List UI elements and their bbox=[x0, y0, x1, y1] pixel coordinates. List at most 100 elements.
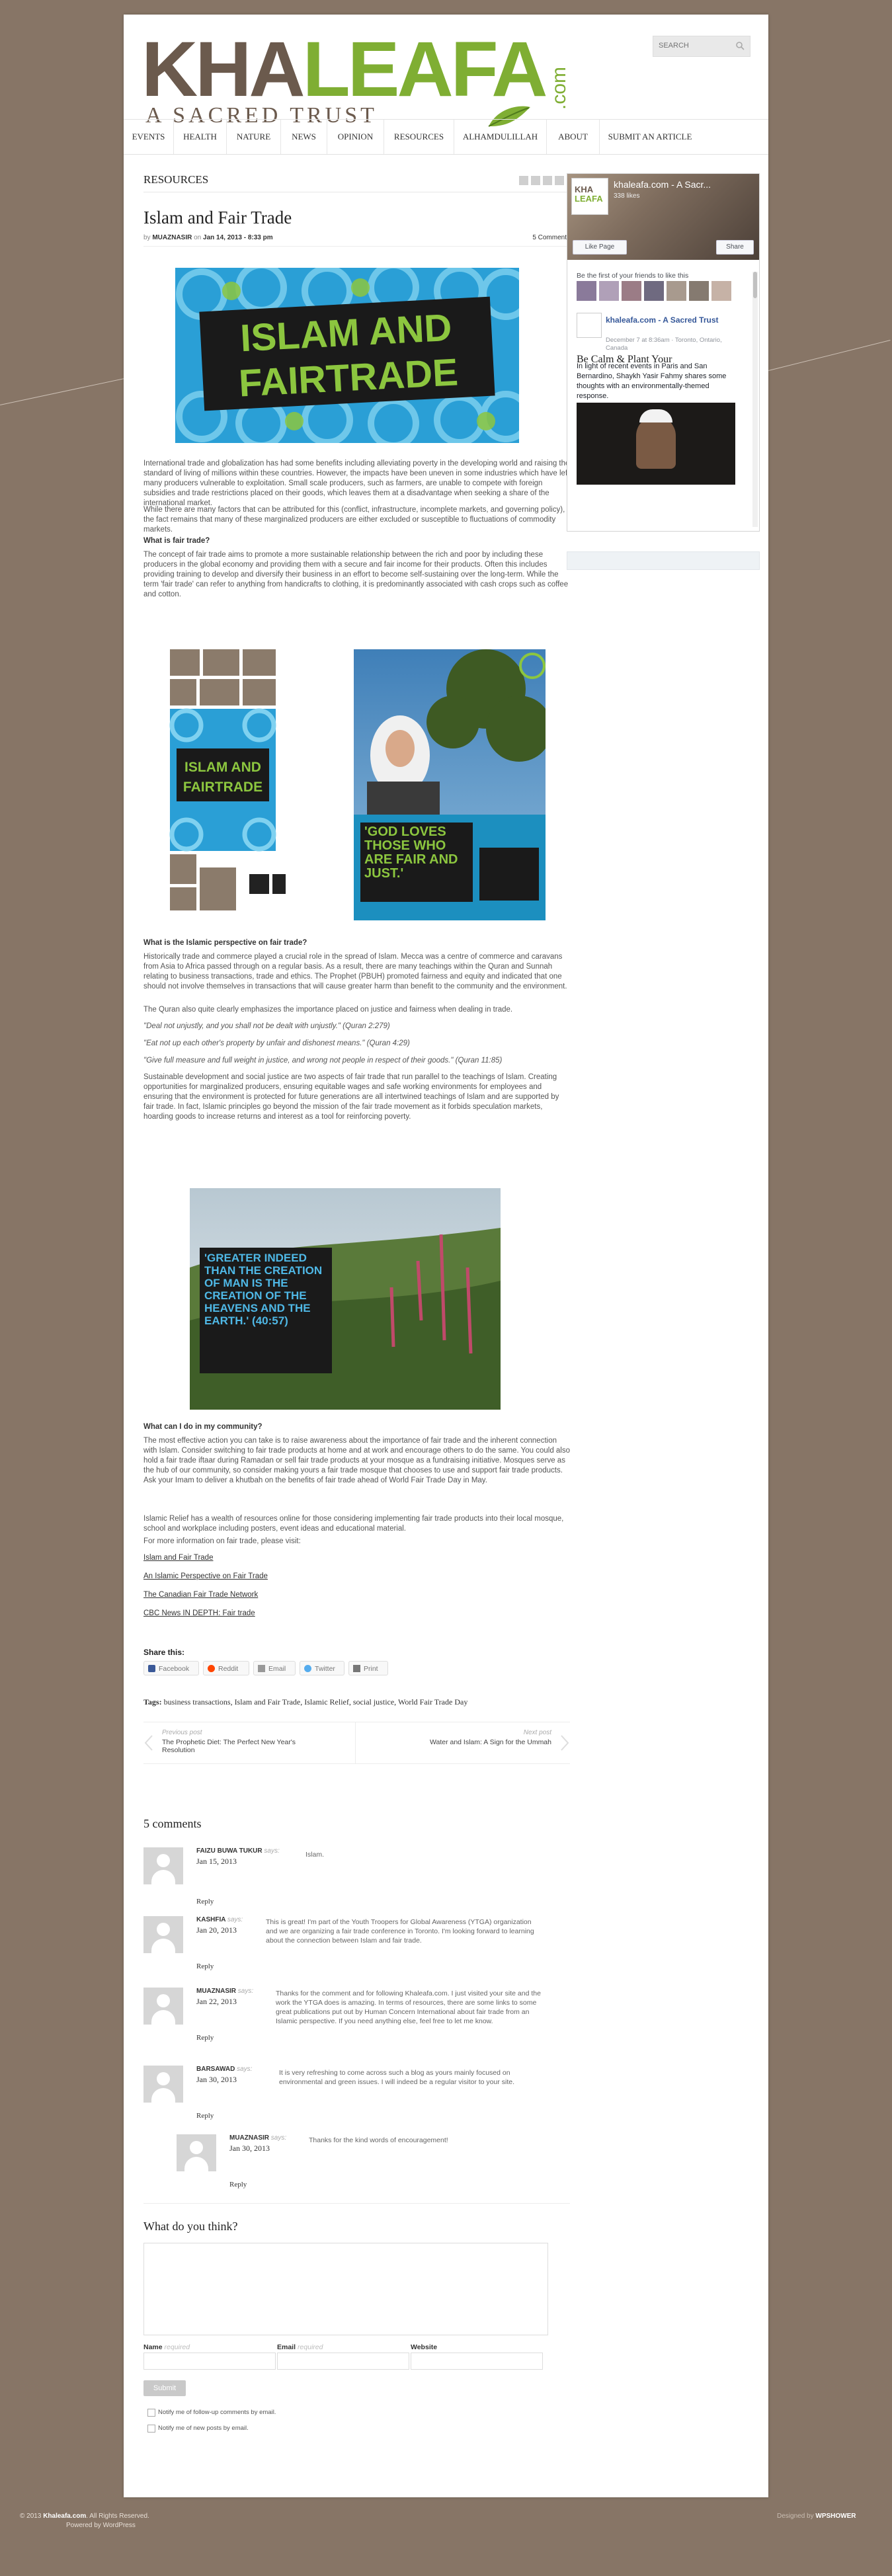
share-facebook-button[interactable]: Facebook bbox=[143, 1661, 199, 1675]
creation-quote-image: 'GREATER INDEED THAN THE CREATION OF MAN… bbox=[190, 1188, 501, 1410]
comment-author[interactable]: MUAZNASIR says: bbox=[229, 2134, 286, 2142]
footer-powered-by[interactable]: Powered by WordPress bbox=[66, 2522, 136, 2529]
comment-date: Jan 30, 2013 bbox=[229, 2144, 270, 2153]
facebook-page-avatar[interactable]: KHA LEAFA bbox=[571, 178, 608, 215]
share-title: Share this: bbox=[143, 1648, 185, 1657]
comments-title: 5 comments bbox=[143, 1817, 202, 1830]
comment-author[interactable]: KASHFIA says: bbox=[196, 1916, 243, 1923]
nav-item-health[interactable]: HEALTH bbox=[174, 120, 227, 154]
footer-site-link[interactable]: Khaleafa.com bbox=[43, 2513, 86, 2520]
twitter-icon bbox=[304, 1665, 311, 1672]
rss-icon[interactable] bbox=[543, 176, 552, 185]
resource-link[interactable]: CBC News IN DEPTH: Fair trade bbox=[143, 1609, 255, 1617]
avatar bbox=[143, 1988, 183, 2025]
comment: MUAZNASIR says: Jan 22, 2013 Thanks for … bbox=[143, 1988, 567, 2060]
name-field[interactable] bbox=[143, 2353, 276, 2370]
chevron-right-icon[interactable] bbox=[559, 1734, 570, 1751]
reply-link[interactable]: Reply bbox=[196, 2034, 214, 2042]
notify-comments-label: Notify me of follow-up comments by email… bbox=[158, 2409, 276, 2416]
search-box[interactable] bbox=[653, 36, 750, 57]
creation-quote-text: 'GREATER INDEED THAN THE CREATION OF MAN… bbox=[204, 1252, 323, 1327]
nav-item-submit-article[interactable]: SUBMIT AN ARTICLE bbox=[600, 120, 700, 154]
quran-quote: "Give full measure and full weight in ju… bbox=[143, 1057, 503, 1065]
site-logo[interactable]: KHALEAFA A SACRED TRUST .com bbox=[142, 30, 578, 130]
comment-author[interactable]: BARSAWAD says: bbox=[196, 2066, 252, 2073]
comment-date: Jan 30, 2013 bbox=[196, 2075, 237, 2084]
nav-item-alhamdulillah[interactable]: ALHAMDULILLAH bbox=[454, 120, 547, 154]
reply-link[interactable]: Reply bbox=[196, 2112, 214, 2120]
post-date: Jan 14, 2013 - 8:33 pm bbox=[203, 234, 273, 241]
resource-link[interactable]: The Canadian Fair Trade Network bbox=[143, 1591, 258, 1599]
nav-item-news[interactable]: NEWS bbox=[281, 120, 327, 154]
email-icon[interactable] bbox=[555, 176, 564, 185]
email-field[interactable] bbox=[277, 2353, 409, 2370]
page-container: KHALEAFA A SACRED TRUST .com EVENTS HEAL… bbox=[124, 15, 768, 2497]
comment-text: It is very refreshing to come across suc… bbox=[279, 2069, 515, 2086]
comment: FAIZU BUWA TUKUR says: Jan 15, 2013 Isla… bbox=[143, 1847, 567, 1907]
nav-item-nature[interactable]: NATURE bbox=[227, 120, 281, 154]
reply-link[interactable]: Reply bbox=[196, 1962, 214, 1970]
tag-list[interactable]: business transactions, Islam and Fair Tr… bbox=[164, 1697, 468, 1707]
divider bbox=[143, 2203, 570, 2204]
nav-item-opinion[interactable]: OPINION bbox=[327, 120, 384, 154]
chevron-left-icon[interactable] bbox=[143, 1734, 154, 1751]
quran-quote: "Eat not up each other's property by unf… bbox=[143, 1039, 410, 1047]
previous-post-link[interactable]: The Prophetic Diet: The Perfect New Year… bbox=[162, 1738, 321, 1754]
notify-posts-checkbox[interactable] bbox=[147, 2425, 155, 2433]
search-icon[interactable] bbox=[735, 41, 745, 50]
resource-link[interactable]: Islam and Fair Trade bbox=[143, 1554, 213, 1562]
logo-com: .com bbox=[548, 66, 570, 110]
subheading: What is fair trade? bbox=[143, 537, 210, 545]
twitter-icon[interactable] bbox=[531, 176, 540, 185]
nav-item-events[interactable]: EVENTS bbox=[124, 120, 174, 154]
comment-textarea[interactable] bbox=[143, 2243, 548, 2335]
nav-item-about[interactable]: ABOUT bbox=[547, 120, 600, 154]
share-twitter-button[interactable]: Twitter bbox=[300, 1661, 345, 1675]
previous-post-label: Previous post bbox=[162, 1729, 202, 1736]
background-line bbox=[768, 340, 891, 371]
avatar bbox=[143, 1916, 183, 1953]
facebook-icon[interactable] bbox=[519, 176, 528, 185]
comment-author[interactable]: MUAZNASIR says: bbox=[196, 1988, 253, 1995]
notify-posts-label: Notify me of new posts by email. bbox=[158, 2425, 249, 2432]
facebook-like-button[interactable]: Like Page bbox=[573, 240, 627, 255]
comment-text: This is great! I'm part of the Youth Tro… bbox=[266, 1918, 534, 1945]
nav-item-resources[interactable]: RESOURCES bbox=[384, 120, 454, 154]
comment: KASHFIA says: Jan 20, 2013 This is great… bbox=[143, 1916, 567, 1982]
facebook-post-image[interactable] bbox=[577, 403, 735, 485]
paragraph: While there are many factors that can be… bbox=[143, 506, 565, 534]
main-navigation: EVENTS HEALTH NATURE NEWS OPINION RESOUR… bbox=[124, 119, 768, 155]
next-post-label: Next post bbox=[523, 1729, 551, 1736]
notify-comments-checkbox[interactable] bbox=[147, 2409, 155, 2417]
footer-copyright: © 2013 Khaleafa.com. All Rights Reserved… bbox=[20, 2513, 149, 2520]
share-print-button[interactable]: Print bbox=[348, 1661, 388, 1675]
scrollbar[interactable] bbox=[752, 272, 758, 527]
comment-text: Islam. bbox=[305, 1851, 325, 1859]
facebook-page-name[interactable]: khaleafa.com - A Sacr... bbox=[614, 179, 711, 190]
website-field[interactable] bbox=[411, 2353, 543, 2370]
subheading: What is the Islamic perspective on fair … bbox=[143, 939, 307, 947]
post-author[interactable]: MUAZNASIR bbox=[152, 234, 192, 241]
divider bbox=[355, 1722, 356, 1763]
facebook-post-caption: Be Calm & Plant Your bbox=[577, 354, 672, 365]
comments-count-link[interactable]: 5 Comments bbox=[532, 234, 570, 241]
next-post-link[interactable]: Water and Islam: A Sign for the Ummah bbox=[430, 1738, 551, 1746]
submit-comment-button[interactable]: Submit bbox=[143, 2380, 186, 2396]
share-email-button[interactable]: Email bbox=[253, 1661, 296, 1675]
facebook-post-author[interactable]: khaleafa.com - A Sacred Trust bbox=[606, 315, 738, 325]
comment-date: Jan 22, 2013 bbox=[196, 1997, 237, 2006]
facebook-post-text: In light of recent events in Paris and S… bbox=[577, 362, 727, 400]
comment-author[interactable]: FAIZU BUWA TUKUR says: bbox=[196, 1847, 280, 1855]
share-reddit-button[interactable]: Reddit bbox=[203, 1661, 249, 1675]
footer-designer: Designed by WPSHOWER bbox=[777, 2513, 856, 2520]
facebook-friends-text: Be the first of your friends to like thi… bbox=[577, 272, 689, 280]
paragraph: The Quran also quite clearly emphasizes … bbox=[143, 1006, 513, 1014]
reply-link[interactable]: Reply bbox=[229, 2181, 247, 2189]
footer-designer-link[interactable]: WPSHOWER bbox=[815, 2513, 856, 2520]
search-input[interactable] bbox=[653, 36, 737, 55]
comment-date: Jan 15, 2013 bbox=[196, 1857, 237, 1866]
avatar bbox=[143, 2066, 183, 2103]
reply-link[interactable]: Reply bbox=[196, 1898, 214, 1906]
resource-link[interactable]: An Islamic Perspective on Fair Trade bbox=[143, 1572, 268, 1580]
facebook-share-button[interactable]: Share bbox=[716, 240, 754, 255]
